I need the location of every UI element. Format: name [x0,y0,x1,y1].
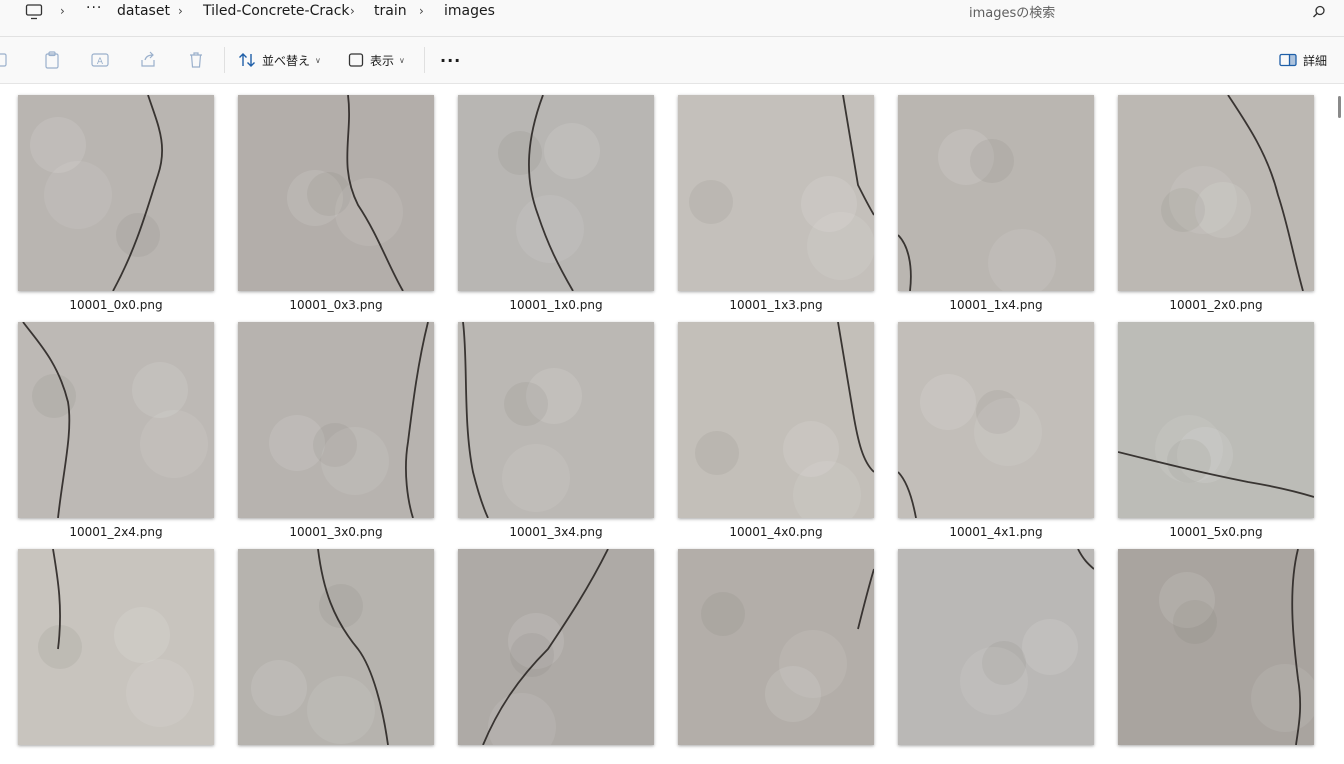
file-thumbnail[interactable] [458,95,654,291]
file-thumbnail[interactable] [18,322,214,518]
file-name: 10001_2x4.png [69,525,163,539]
file-thumbnail[interactable] [898,95,1094,291]
search-box[interactable] [954,0,1338,26]
file-name: 10001_5x0.png [1169,525,1263,539]
file-thumbnail[interactable] [238,95,434,291]
file-name: 10001_0x3.png [289,298,383,312]
concrete-image [18,549,214,745]
scrollbar-thumb[interactable] [1338,96,1341,118]
concrete-image [898,549,1094,745]
concrete-image [898,322,1094,518]
chevron-right-icon[interactable]: › [178,4,183,18]
address-bar: › ··· dataset › Tiled-Concrete-Crack › t… [0,0,1344,37]
concrete-image [458,95,654,291]
details-label: 詳細 [1303,53,1328,68]
concrete-image [678,322,874,518]
view-label: 表示 [370,53,395,68]
view-square-icon [348,53,364,67]
concrete-image [238,95,434,291]
breadcrumb-item-images[interactable]: images [444,3,495,19]
file-name: 10001_1x3.png [729,298,823,312]
chevron-down-icon: ∨ [399,55,405,65]
svg-text:A: A [97,57,104,67]
chevron-right-icon[interactable]: › [419,4,424,18]
concrete-image [678,95,874,291]
share-icon[interactable] [139,51,157,69]
breadcrumb-item-train[interactable]: train [374,3,407,19]
breadcrumb[interactable]: › ··· dataset › Tiled-Concrete-Crack › t… [0,0,946,26]
details-pane-icon [1279,53,1297,67]
search-input[interactable] [954,0,1338,26]
file-thumbnail[interactable] [18,95,214,291]
concrete-image [678,549,874,745]
file-name: 10001_1x4.png [949,298,1043,312]
concrete-image [238,322,434,518]
computer-icon[interactable] [25,4,43,20]
file-name: 10001_2x0.png [1169,298,1263,312]
file-thumbnail[interactable] [1118,322,1314,518]
file-thumbnail[interactable] [18,549,214,745]
file-thumbnail[interactable] [678,322,874,518]
file-grid: 10001_0x0.png 10001_0x3.png 10001_1x0.png 1… [0,84,1344,764]
more-options-button[interactable]: ··· [440,48,461,72]
file-name: 10001_4x1.png [949,525,1043,539]
file-thumbnail[interactable] [898,322,1094,518]
file-name: 10001_3x0.png [289,525,383,539]
file-thumbnail[interactable] [678,549,874,745]
concrete-image [18,95,214,291]
sort-button[interactable]: 並べ替え ∨ [238,48,321,72]
breadcrumb-item-tiled-concrete-crack[interactable]: Tiled-Concrete-Crack [203,3,350,19]
details-button[interactable]: 詳細 [1279,48,1327,72]
file-name: 10001_4x0.png [729,525,823,539]
breadcrumb-item-dataset[interactable]: dataset [117,3,170,19]
paste-icon[interactable] [43,51,61,69]
file-name: 10001_0x0.png [69,298,163,312]
concrete-image [458,322,654,518]
chevron-down-icon: ∨ [315,55,321,65]
trash-icon[interactable] [187,51,205,69]
concrete-image [1118,95,1314,291]
file-thumbnail[interactable] [1118,549,1314,745]
file-thumbnail[interactable] [238,549,434,745]
sort-arrows-icon [239,53,255,67]
concrete-image [1118,549,1314,745]
rename-icon[interactable]: A [91,51,109,69]
file-thumbnail[interactable] [898,549,1094,745]
concrete-image [458,549,654,745]
breadcrumb-overflow[interactable]: ··· [86,0,102,16]
file-thumbnail[interactable] [458,549,654,745]
concrete-image [1118,322,1314,518]
search-icon[interactable] [1312,5,1326,19]
chevron-right-icon[interactable]: › [350,4,355,18]
file-name: 10001_3x4.png [509,525,603,539]
cut-icon[interactable] [0,51,12,69]
scrollbar[interactable] [1334,84,1344,764]
concrete-image [18,322,214,518]
toolbar-divider [424,47,425,73]
view-button[interactable]: 表示 ∨ [348,48,405,72]
concrete-image [898,95,1094,291]
file-thumbnail[interactable] [1118,95,1314,291]
chevron-right-icon[interactable]: › [60,4,65,18]
concrete-image [238,549,434,745]
file-name: 10001_1x0.png [509,298,603,312]
file-thumbnail[interactable] [458,322,654,518]
file-thumbnail[interactable] [238,322,434,518]
file-thumbnail[interactable] [678,95,874,291]
toolbar-divider [224,47,225,73]
sort-label: 並べ替え [262,53,311,68]
command-bar: A 並べ替え ∨ 表示 ∨ ··· 詳細 [0,37,1344,84]
